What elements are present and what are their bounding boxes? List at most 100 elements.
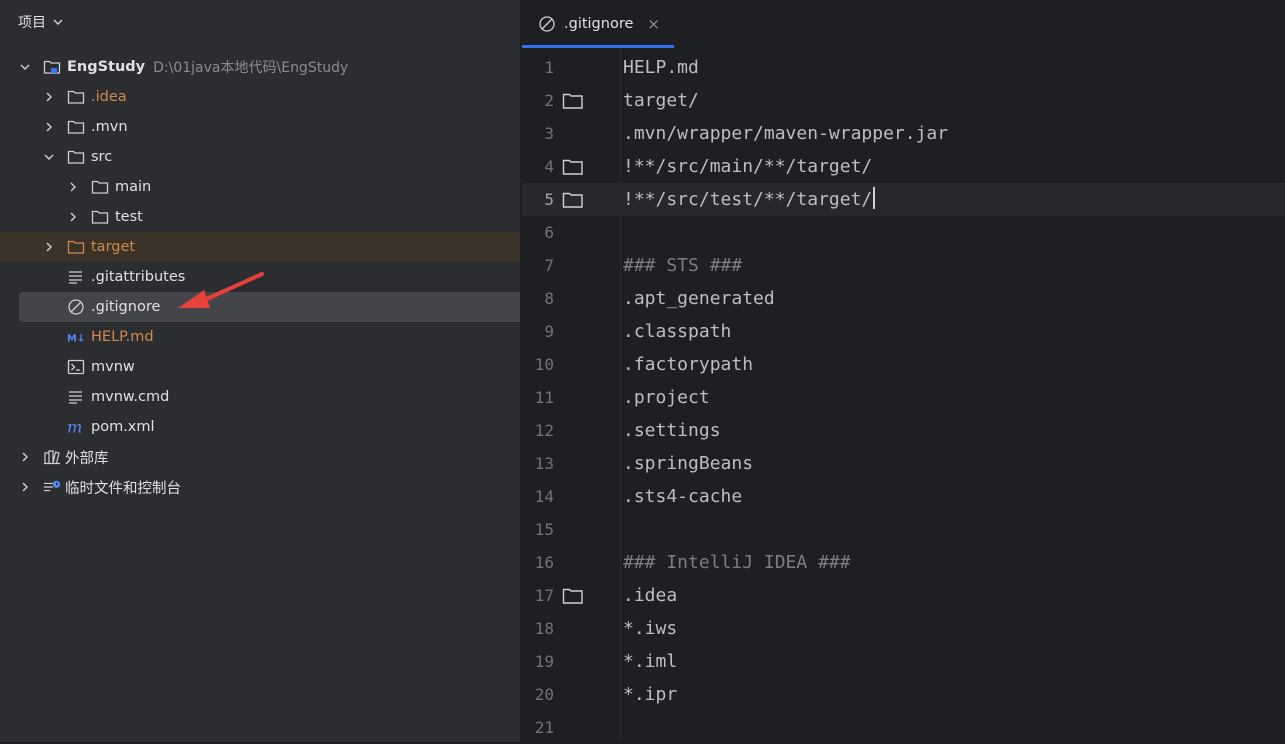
project-view-selector[interactable]: 项目 <box>18 11 64 33</box>
line-number: 2 <box>544 91 554 110</box>
line-number: 20 <box>534 685 554 704</box>
annotation-arrow-icon <box>178 272 264 308</box>
line-number: 15 <box>534 520 554 539</box>
text-file-icon <box>67 389 85 405</box>
maven-icon: m <box>67 419 85 435</box>
code-text: !**/src/test/**/target/ <box>623 187 876 211</box>
code-line[interactable]: 11 .project <box>522 381 1285 414</box>
code-line[interactable]: 12 .settings <box>522 414 1285 447</box>
line-number: 10 <box>534 355 554 374</box>
tree-item-label: 临时文件和控制台 <box>65 480 181 497</box>
tree-item-gitattributes[interactable]: .gitattributes <box>0 262 587 292</box>
folder-icon <box>67 149 85 165</box>
code-line[interactable]: 3 .mvn/wrapper/maven-wrapper.jar <box>522 117 1285 150</box>
tree-item-main[interactable]: main <box>0 172 587 202</box>
svg-text:m: m <box>67 419 82 435</box>
code-line[interactable]: 7 ### STS ### <box>522 249 1285 282</box>
code-text: *.iws <box>623 618 678 639</box>
project-path: D:\01java本地代码\EngStudy <box>153 60 349 76</box>
code-line[interactable]: 17 .idea <box>522 579 1285 612</box>
code-line[interactable]: 2 target/ <box>522 84 1285 117</box>
code-line[interactable]: 9 .classpath <box>522 315 1285 348</box>
chevron-right-icon[interactable] <box>43 91 55 103</box>
tree-item-mvnw[interactable]: mvnw <box>0 352 587 382</box>
chevron-down-icon[interactable] <box>43 151 55 163</box>
tree-item-engstudy[interactable]: EngStudy D:\01java本地代码\EngStudy <box>0 52 539 82</box>
code-line[interactable]: 16 ### IntelliJ IDEA ### <box>522 546 1285 579</box>
tree-item-mvn[interactable]: .mvn <box>0 112 563 142</box>
tree-item-test[interactable]: test <box>0 202 587 232</box>
chevron-down-icon[interactable] <box>19 61 31 73</box>
project-panel-title: 项目 <box>18 15 46 31</box>
folder-icon <box>91 209 109 225</box>
tree-item-src[interactable]: src <box>0 142 563 172</box>
tree-item-scratches[interactable]: 临时文件和控制台 <box>0 472 539 502</box>
close-icon[interactable]: × <box>647 15 660 33</box>
code-line[interactable]: 14 .sts4-cache <box>522 480 1285 513</box>
chevron-right-icon[interactable] <box>19 481 31 493</box>
tab-label: .gitignore <box>564 16 634 32</box>
code-text: .classpath <box>623 321 732 342</box>
code-line[interactable]: 20 *.ipr <box>522 678 1285 711</box>
scratches-icon <box>43 479 61 495</box>
code-line[interactable]: 19 *.iml <box>522 645 1285 678</box>
line-number: 8 <box>544 289 554 308</box>
line-number: 19 <box>534 652 554 671</box>
terminal-icon <box>67 359 85 375</box>
editor: .gitignore × 1 HELP.md 2 target/3 .mvn/wrapp… <box>522 0 1285 742</box>
code-text: .springBeans <box>623 453 754 474</box>
code-text: *.ipr <box>623 684 678 705</box>
code-line[interactable]: 8 .apt_generated <box>522 282 1285 315</box>
tree-item-mvnw-cmd[interactable]: mvnw.cmd <box>0 382 587 412</box>
tree-item-label: src <box>91 149 113 165</box>
line-number: 16 <box>534 553 554 572</box>
chevron-right-icon[interactable] <box>67 181 79 193</box>
line-number: 14 <box>534 487 554 506</box>
chevron-right-icon[interactable] <box>43 241 55 253</box>
project-panel: 项目 EngStudy D:\01java本地代码\EngStudy .idea… <box>0 0 563 742</box>
tree-item-label: .mvn <box>91 119 128 135</box>
ignore-file-icon <box>67 299 85 315</box>
code-line[interactable]: 6 <box>522 216 1285 249</box>
code-line[interactable]: 4 !**/src/main/**/target/ <box>522 150 1285 183</box>
tree-item-gitignore[interactable]: .gitignore <box>19 292 554 322</box>
line-number: 7 <box>544 256 554 275</box>
chevron-right-icon[interactable] <box>43 121 55 133</box>
folder-icon <box>67 119 85 135</box>
tab-gitignore[interactable]: .gitignore × <box>522 0 674 48</box>
tree-item-external-libraries[interactable]: 外部库 <box>0 442 539 472</box>
text-file-icon <box>67 269 85 285</box>
folder-icon <box>91 179 109 195</box>
line-number: 1 <box>544 58 554 77</box>
code-line[interactable]: 13 .springBeans <box>522 447 1285 480</box>
folder-icon[interactable] <box>562 191 584 209</box>
line-number: 17 <box>534 586 554 605</box>
tree-item-label: mvnw <box>91 359 135 375</box>
folder-icon[interactable] <box>562 587 584 605</box>
code-comment: ### IntelliJ IDEA ### <box>623 552 851 573</box>
markdown-icon: M↓ <box>67 329 85 345</box>
code-line[interactable]: 1 HELP.md <box>522 51 1285 84</box>
code-text: .sts4-cache <box>623 486 743 507</box>
code-line[interactable]: 21 <box>522 711 1285 744</box>
tree-item-idea[interactable]: .idea <box>0 82 563 112</box>
code-line[interactable]: 15 <box>522 513 1285 546</box>
module-folder-icon <box>43 59 61 75</box>
folder-icon[interactable] <box>562 158 584 176</box>
tree-item-label: .gitignore <box>91 299 161 315</box>
tree-item-target[interactable]: target <box>0 232 563 262</box>
tree-item-help-md[interactable]: M↓ HELP.md <box>0 322 587 352</box>
folder-icon[interactable] <box>562 92 584 110</box>
chevron-right-icon[interactable] <box>67 211 79 223</box>
tree-item-pom-xml[interactable]: m pom.xml <box>0 412 587 442</box>
chevron-right-icon[interactable] <box>19 451 31 463</box>
code-line[interactable]: 5 !**/src/test/**/target/ <box>522 183 1285 216</box>
text-caret <box>873 187 876 209</box>
tree-item-label: pom.xml <box>91 419 155 435</box>
excluded-folder-icon <box>67 239 85 255</box>
code-line[interactable]: 10 .factorypath <box>522 348 1285 381</box>
tree-item-label: 外部库 <box>65 450 109 467</box>
line-number: 12 <box>534 421 554 440</box>
line-number: 21 <box>534 718 554 737</box>
code-line[interactable]: 18 *.iws <box>522 612 1285 645</box>
